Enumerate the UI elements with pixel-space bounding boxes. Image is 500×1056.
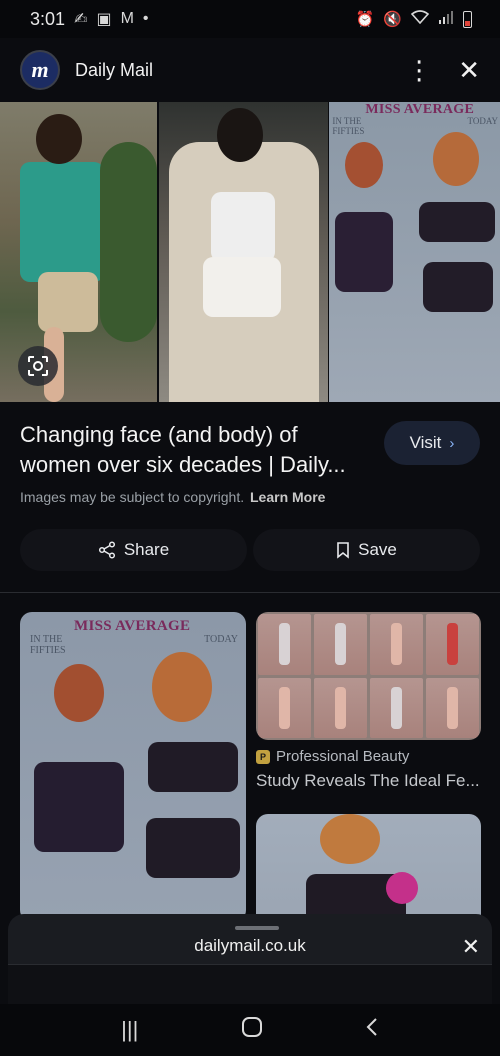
sheet-domain: dailymail.co.uk: [194, 936, 306, 955]
related-source-name: Professional Beauty: [276, 748, 410, 765]
lens-icon: [28, 356, 48, 376]
status-bar: 3:01 ✍ ▣ M • ⏰ 🔇: [0, 0, 500, 38]
figure-right-bottom: [423, 262, 494, 312]
source-logo: m: [20, 50, 60, 90]
notification-icon: ✍: [74, 11, 88, 28]
grid-cell: [370, 614, 423, 675]
related-source: P Professional Beauty: [256, 748, 409, 765]
app-header: m Daily Mail ⋮ ✕: [0, 38, 500, 102]
status-left: 3:01 ✍ ▣ M •: [30, 9, 149, 30]
close-icon[interactable]: ✕: [462, 934, 480, 960]
figure-head: [216, 108, 263, 162]
related-figure-right-top: [148, 742, 238, 792]
pink-badge: [386, 872, 418, 904]
grid-cell: [426, 614, 479, 675]
save-button[interactable]: Save: [253, 529, 480, 571]
mini-figure: [447, 623, 458, 666]
share-label: Share: [123, 540, 170, 559]
grid-cell: [314, 677, 367, 738]
mini-figure: [335, 623, 346, 666]
related-figure-right-bottom: [146, 818, 240, 878]
figure-shorts: [202, 257, 281, 317]
related-magazine-title: MISS AVERAGE: [74, 618, 191, 634]
hero-panel-miss-average-photo: MISS AVERAGE IN THE FIFTIES TODAY: [329, 102, 500, 402]
result-title[interactable]: Changing face (and body) of women over s…: [20, 420, 360, 480]
magazine-title: MISS AVERAGE: [365, 102, 475, 117]
copyright-notice: Images may be subject to copyright. Lear…: [20, 489, 325, 505]
figure-shorts: [38, 272, 98, 332]
figure-left-head: [345, 142, 384, 188]
divider: [0, 592, 500, 593]
magazine-right-caption: TODAY: [467, 116, 498, 126]
header-actions: ⋮ ✕: [406, 57, 480, 83]
alarm-icon: ⏰: [355, 11, 375, 28]
visit-label: Visit: [409, 433, 442, 452]
gmail-icon: M: [120, 10, 134, 27]
grid-cell: [426, 677, 479, 738]
related-figure-right-head: [152, 652, 212, 722]
bottom-sheet[interactable]: dailymail.co.uk ✕: [8, 914, 492, 1004]
related-caption-right: TODAY: [204, 634, 238, 645]
save-label: Save: [358, 540, 397, 559]
grid-cell: [314, 614, 367, 675]
mini-figure: [391, 686, 402, 729]
recents-icon[interactable]: |||: [121, 1017, 138, 1043]
drag-handle[interactable]: [235, 926, 279, 930]
more-options-icon[interactable]: ⋮: [406, 57, 432, 83]
figure-right-head: [433, 132, 480, 186]
figure-head: [36, 114, 82, 164]
mini-figure: [447, 686, 458, 729]
foliage: [100, 142, 157, 342]
home-icon[interactable]: [241, 1016, 263, 1044]
battery-icon: [463, 10, 472, 28]
hero-panel-white-outfit-photo: [158, 102, 329, 402]
magazine-left-caption: IN THE FIFTIES: [332, 116, 365, 136]
mini-figure: [335, 686, 346, 729]
figure-right-top: [419, 202, 496, 242]
related-figure-left-head: [54, 664, 104, 722]
related-result-miss-average[interactable]: MISS AVERAGE IN THE FIFTIES TODAY: [20, 612, 246, 922]
grid-cell: [370, 677, 423, 738]
back-icon[interactable]: [365, 1016, 379, 1044]
close-icon[interactable]: ✕: [458, 57, 480, 83]
chevron-right-icon: ›: [449, 434, 455, 452]
gallery-icon: ▣: [96, 11, 112, 28]
related-snippet[interactable]: Study Reveals The Ideal Fe...: [256, 771, 481, 791]
signal-icon: [438, 10, 454, 28]
mini-figure: [279, 686, 290, 729]
dot-icon: •: [142, 10, 149, 27]
visit-button[interactable]: Visit ›: [384, 421, 480, 465]
sheet-preview: [8, 964, 492, 1004]
share-button[interactable]: Share: [20, 529, 247, 571]
figure-head: [320, 814, 380, 864]
share-icon: [98, 541, 115, 559]
mini-figure: [279, 623, 290, 666]
system-nav-bar: |||: [0, 1004, 500, 1056]
related-figure-left-swimsuit: [34, 762, 124, 852]
lens-search-button[interactable]: [18, 346, 58, 386]
status-right: ⏰ 🔇: [356, 10, 472, 28]
copyright-text: Images may be subject to copyright.: [20, 489, 245, 505]
source-name: Daily Mail: [75, 59, 154, 80]
figure-top: [210, 192, 275, 262]
mute-icon: 🔇: [383, 11, 402, 28]
figure-left-swimsuit: [335, 212, 394, 292]
figure-shirt: [20, 162, 104, 282]
status-time: 3:01: [30, 8, 66, 29]
learn-more-link[interactable]: Learn More: [250, 489, 325, 505]
grid-cell: [258, 677, 311, 738]
related-caption-left: IN THE FIFTIES: [30, 634, 66, 656]
grid-cell: [258, 614, 311, 675]
professional-beauty-icon: P: [256, 749, 270, 764]
bookmark-icon: [337, 542, 349, 559]
wifi-icon: [410, 10, 430, 28]
hero-image[interactable]: MISS AVERAGE IN THE FIFTIES TODAY: [0, 102, 500, 402]
related-result-ideal-figure[interactable]: [256, 612, 481, 740]
mini-figure: [391, 623, 402, 666]
action-row: Share Save: [20, 529, 480, 571]
source-logo-letter: m: [31, 57, 49, 82]
